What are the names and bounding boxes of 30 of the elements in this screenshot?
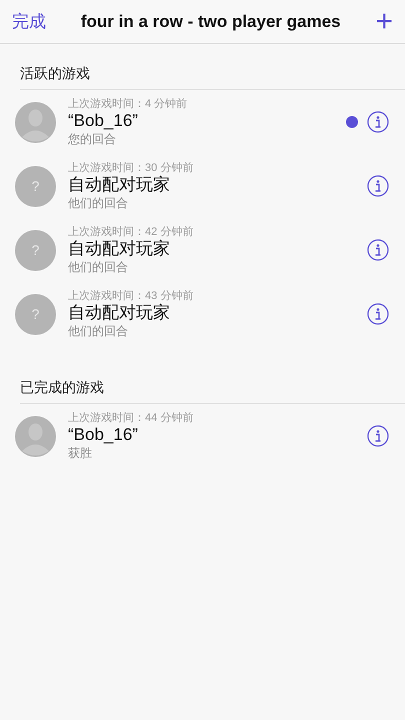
opponent-name: 自动配对玩家 — [68, 239, 171, 259]
opponent-name: 自动配对玩家 — [68, 303, 171, 323]
avatar-icon — [15, 102, 56, 142]
game-status: 获胜 — [68, 445, 93, 462]
info-icon[interactable] — [367, 425, 389, 447]
game-status: 他们的回合 — [68, 323, 129, 340]
last-played-time: 上次游戏时间：4 分钟前 — [68, 97, 188, 111]
game-status: 他们的回合 — [68, 259, 129, 276]
opponent-name: “Bob_16” — [68, 425, 139, 445]
last-played-time: 上次游戏时间：30 分钟前 — [68, 161, 194, 175]
info-icon[interactable] — [367, 239, 389, 261]
opponent-name: 自动配对玩家 — [68, 175, 171, 195]
done-button[interactable]: 完成 — [12, 10, 46, 33]
opponent-name: “Bob_16” — [68, 111, 139, 131]
avatar: ? — [15, 294, 56, 334]
nav-title: four in a row - two player games — [80, 12, 342, 32]
last-played-time: 上次游戏时间：43 分钟前 — [68, 289, 194, 303]
section-header: 已完成的游戏 — [20, 372, 405, 404]
avatar: ? — [15, 166, 56, 206]
info-icon[interactable] — [367, 175, 389, 197]
avatar: ? — [15, 230, 56, 270]
add-button[interactable]: + — [375, 6, 393, 36]
avatar-icon — [15, 416, 56, 456]
last-played-time: 上次游戏时间：44 分钟前 — [68, 411, 194, 425]
info-icon[interactable] — [367, 303, 389, 325]
game-status: 您的回合 — [68, 131, 117, 148]
last-played-time: 上次游戏时间：42 分钟前 — [68, 225, 194, 239]
info-icon[interactable] — [367, 111, 389, 133]
section-header: 活跃的游戏 — [20, 58, 405, 90]
game-status: 他们的回合 — [68, 195, 129, 212]
